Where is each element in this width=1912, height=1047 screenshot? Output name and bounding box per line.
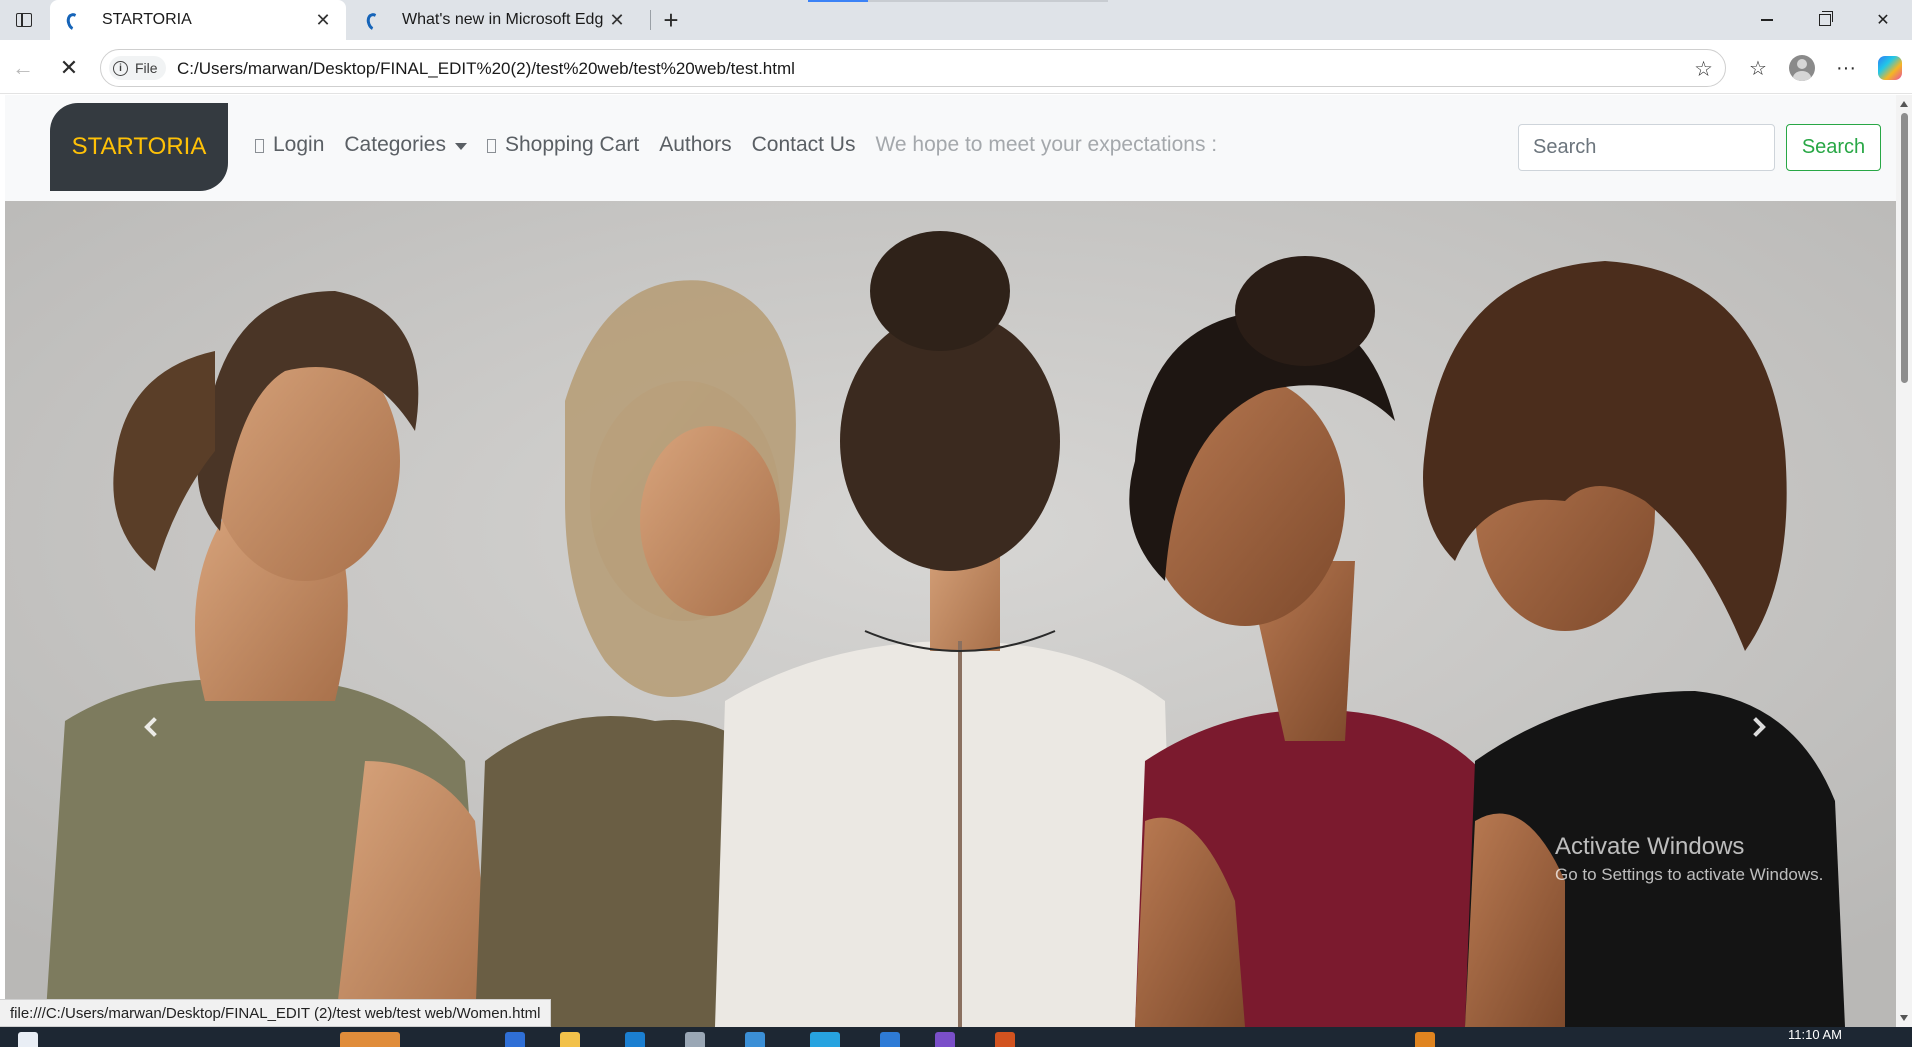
taskbar-app-icon[interactable] xyxy=(995,1032,1015,1047)
search-button[interactable]: Search xyxy=(1786,124,1881,171)
copilot-icon[interactable] xyxy=(1868,53,1912,83)
tab-whats-new[interactable]: What's new in Microsoft Edge ✕ xyxy=(350,0,640,40)
nav-contact-us[interactable]: Contact Us xyxy=(752,133,856,157)
edge-favicon-icon xyxy=(64,12,80,28)
stop-loading-icon[interactable]: ✕ xyxy=(54,53,84,83)
minimize-button[interactable] xyxy=(1738,0,1796,40)
close-tab-icon[interactable]: ✕ xyxy=(604,7,630,33)
hero-carousel xyxy=(5,201,1896,1027)
back-arrow-icon[interactable]: ← xyxy=(8,53,38,83)
restore-button[interactable] xyxy=(1796,0,1854,40)
scroll-down-arrow-icon[interactable] xyxy=(1900,1015,1908,1021)
nav-authors[interactable]: Authors xyxy=(659,133,731,157)
tagline: We hope to meet your expectations : xyxy=(875,133,1218,156)
cart-icon xyxy=(486,139,496,153)
hero-image xyxy=(5,201,1896,1027)
page-viewport: STARTORIA Login Categories Shopping Cart… xyxy=(0,95,1896,1027)
loading-progress xyxy=(808,0,1108,2)
browser-toolbar: ← ✕ i File C:/Users/marwan/Desktop/FINAL… xyxy=(0,40,1912,94)
page-scrollbar[interactable] xyxy=(1896,95,1912,1027)
site-info-button[interactable]: i File xyxy=(109,56,166,80)
taskbar-app-icon[interactable] xyxy=(505,1032,525,1047)
toolbar-actions: ☆ ··· xyxy=(1736,53,1912,83)
tab-title: What's new in Microsoft Edge xyxy=(402,11,604,28)
brand-logo[interactable]: STARTORIA xyxy=(50,103,228,191)
search-widget[interactable] xyxy=(340,1032,400,1047)
search-input[interactable] xyxy=(1518,124,1775,171)
browser-tab-strip: STARTORIA ✕ What's new in Microsoft Edge… xyxy=(0,0,1912,40)
taskbar-app-icon[interactable] xyxy=(935,1032,955,1047)
chevron-right-icon xyxy=(1746,717,1766,737)
tab-title: STARTORIA xyxy=(102,11,192,28)
status-bar-url: file:///C:/Users/marwan/Desktop/FINAL_ED… xyxy=(0,999,552,1027)
edge-favicon-icon xyxy=(364,12,380,28)
taskbar-app-icon[interactable] xyxy=(745,1032,765,1047)
url-text[interactable]: C:/Users/marwan/Desktop/FINAL_EDIT%20(2)… xyxy=(177,59,795,79)
tab-divider xyxy=(650,10,651,30)
site-navbar: STARTORIA Login Categories Shopping Cart… xyxy=(5,95,1896,201)
taskbar-app-icon[interactable] xyxy=(625,1032,645,1047)
nav-categories-label: Categories xyxy=(344,133,446,156)
favorites-icon[interactable]: ☆ xyxy=(1736,53,1780,83)
edge-taskbar-icon[interactable] xyxy=(810,1032,840,1047)
avatar xyxy=(1789,55,1815,81)
close-tab-icon[interactable]: ✕ xyxy=(310,7,336,33)
info-icon: i xyxy=(113,60,128,76)
taskbar-clock[interactable]: 11:10 AM xyxy=(1788,1027,1842,1042)
tab-startoria[interactable]: STARTORIA ✕ xyxy=(50,0,346,40)
window-controls: ✕ xyxy=(1738,0,1912,40)
nav-shopping-cart[interactable]: Shopping Cart xyxy=(486,133,640,157)
tray-app-icon[interactable] xyxy=(1415,1032,1435,1047)
watermark-subtitle: Go to Settings to activate Windows. xyxy=(1555,865,1824,884)
scroll-up-arrow-icon[interactable] xyxy=(1900,101,1908,107)
start-icon[interactable] xyxy=(18,1032,38,1047)
favorite-star-icon[interactable]: ☆ xyxy=(1694,57,1713,82)
carousel-next-button[interactable] xyxy=(1739,707,1779,747)
caret-down-icon xyxy=(454,142,467,150)
tab-actions-icon[interactable] xyxy=(12,9,36,31)
more-options-icon[interactable]: ··· xyxy=(1824,53,1868,83)
activate-windows-watermark: Activate Windows Go to Settings to activ… xyxy=(1555,833,1823,885)
nav-login-label: Login xyxy=(273,133,325,156)
file-badge: File xyxy=(135,60,158,76)
file-explorer-icon[interactable] xyxy=(560,1032,580,1047)
login-icon xyxy=(255,139,264,153)
address-bar[interactable]: i File C:/Users/marwan/Desktop/FINAL_EDI… xyxy=(100,49,1726,87)
nav-links: Login Categories Shopping Cart Authors C… xyxy=(255,133,1217,157)
profile-button[interactable] xyxy=(1780,53,1824,83)
new-tab-button[interactable]: + xyxy=(656,5,686,35)
close-window-button[interactable]: ✕ xyxy=(1854,0,1912,40)
nav-login[interactable]: Login xyxy=(255,133,324,157)
watermark-title: Activate Windows xyxy=(1555,833,1745,860)
nav-categories-dropdown[interactable]: Categories xyxy=(344,133,467,157)
carousel-prev-button[interactable] xyxy=(131,707,171,747)
windows-taskbar: 11:10 AM xyxy=(0,1027,1912,1047)
vscode-icon[interactable] xyxy=(880,1032,900,1047)
scrollbar-thumb[interactable] xyxy=(1901,113,1908,383)
nav-cart-label: Shopping Cart xyxy=(504,133,640,156)
taskbar-app-icon[interactable] xyxy=(685,1032,705,1047)
chevron-left-icon xyxy=(144,717,164,737)
